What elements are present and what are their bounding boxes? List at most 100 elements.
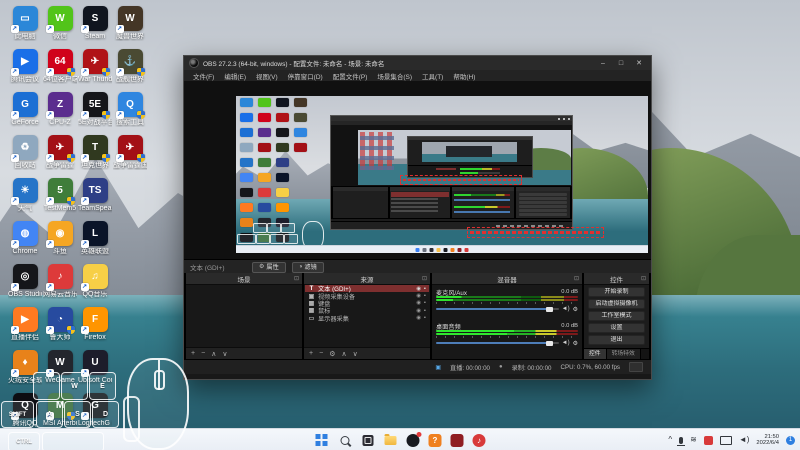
desktop-icon-lol[interactable]: L ↗ 英雄联盟 xyxy=(78,221,112,256)
scenes-toolbar-button[interactable]: ∨ xyxy=(222,350,227,358)
notification-badge[interactable]: 1 xyxy=(786,435,795,445)
lock-icon[interactable]: ▪ xyxy=(424,315,426,321)
obs-preview-canvas[interactable] xyxy=(184,81,651,259)
menu-item-0[interactable]: 文件(F) xyxy=(188,71,219,81)
desktop-icon-warcraft[interactable]: W ↗ 魔兽世界 xyxy=(113,6,147,41)
desktop-icon-testmem5[interactable]: 5 ↗ TestMem5 xyxy=(43,178,77,213)
menu-item-6[interactable]: 工具(T) xyxy=(417,71,448,81)
visibility-eye-icon[interactable]: ◉ xyxy=(416,300,421,306)
clock[interactable]: 21:50 2022/6/4 xyxy=(756,434,779,447)
desktop-icon-teamspeak[interactable]: TS ↗ TeamSpeak xyxy=(78,178,112,213)
close-button[interactable]: ✕ xyxy=(632,59,646,67)
desktop-icon-steam[interactable]: S ↗ Steam xyxy=(78,6,112,41)
visibility-eye-icon[interactable]: ◉ xyxy=(416,315,421,321)
scenes-toolbar-button[interactable]: + xyxy=(191,350,195,357)
lock-icon[interactable]: ▪ xyxy=(424,300,426,306)
volume-icon[interactable]: ◄) xyxy=(739,435,750,445)
properties-button[interactable]: ⚙ 属性 xyxy=(252,261,286,273)
desktop-icon-wegame[interactable]: W ↗ WeGame xyxy=(43,350,77,385)
text-source-selection[interactable] xyxy=(467,227,604,238)
app-netease-music[interactable]: ♪ xyxy=(472,433,486,447)
sources-toolbar-button[interactable]: + xyxy=(309,350,313,357)
tray-expand-icon[interactable]: ^ xyxy=(668,435,672,445)
desktop-icon-douyu[interactable]: ◉ ↗ 斗鱼 xyxy=(43,221,77,256)
source-row-4[interactable]: ▭ 显示器采集 ◉ ▪ xyxy=(305,315,429,323)
desktop-icon-player-64[interactable]: 64 ↗ 64位客户端 xyxy=(43,49,77,84)
minimize-button[interactable]: – xyxy=(596,60,610,67)
control-button-5[interactable]: 退出 xyxy=(588,334,645,345)
desktop-icon-qq-music[interactable]: ♫ ↗ QQ音乐 xyxy=(78,264,112,299)
visibility-eye-icon[interactable]: ◉ xyxy=(416,293,421,299)
desktop-icon-recycle-bin[interactable]: ♻ ↗ 回收站 xyxy=(8,135,42,170)
desktop-icon-war-thunder-cn[interactable]: ✈↗战争雷霆国服 xyxy=(113,135,147,170)
display-tray-icon[interactable] xyxy=(719,435,732,445)
control-button-2[interactable]: 启动虚拟摄像机 xyxy=(588,298,645,309)
desktop-icon-firefox[interactable]: F ↗ Firefox xyxy=(78,307,112,342)
speaker-icon[interactable]: ◄) xyxy=(562,306,570,312)
menu-item-7[interactable]: 帮助(H) xyxy=(448,71,480,81)
menu-item-3[interactable]: 停靠窗口(D) xyxy=(283,71,328,81)
desktop-icon-ludashi[interactable]: ◔ ↗ 鲁大师 xyxy=(43,307,77,342)
desktop-icon-ghub[interactable]: G↗LogitechG HUB xyxy=(78,393,112,428)
desktop-icon-msi-afterburner[interactable]: M↗MSI Afterburner xyxy=(43,393,77,428)
desktop-icon-weather[interactable]: ☀ ↗ 天气 xyxy=(8,178,42,213)
app-qq[interactable] xyxy=(406,431,422,447)
desktop-icon-geforce[interactable]: G ↗ GeForce xyxy=(8,92,42,127)
filters-button[interactable]: ◑ 滤镜 xyxy=(291,261,324,273)
desktop-icon-live-helper[interactable]: ▶ ↗ 直播伴侣 xyxy=(8,307,42,342)
start-button[interactable] xyxy=(315,433,329,447)
desktop-icon-wechat[interactable]: W ↗ 微信 xyxy=(43,6,77,41)
control-button-4[interactable]: 设置 xyxy=(588,322,645,333)
speaker-icon[interactable]: ◄) xyxy=(562,340,570,346)
desktop-icon-huorong[interactable]: ♦↗火绒安全软件 xyxy=(8,350,42,385)
desktop-icon-voov-meeting[interactable]: ▶ ↗ 腾讯会议 xyxy=(8,49,42,84)
desktop-icon-ubisoft-connect[interactable]: U↗Ubisoft Connect xyxy=(78,350,112,385)
lock-icon[interactable]: ▪ xyxy=(424,308,426,314)
task-view-icon[interactable] xyxy=(361,433,375,447)
menu-item-5[interactable]: 场景集合(S) xyxy=(372,71,417,81)
lock-icon[interactable]: ▪ xyxy=(424,286,426,292)
app-war-thunder[interactable] xyxy=(450,433,464,447)
dock-tab-0[interactable]: 控件 xyxy=(584,349,607,359)
sources-toolbar-button[interactable]: ∨ xyxy=(353,350,358,358)
controls-dock-header[interactable]: 控件 ⊡ xyxy=(584,273,649,285)
desktop-icon-tanks[interactable]: T ↗ 坦克世界 xyxy=(78,135,112,170)
file-explorer-icon[interactable] xyxy=(384,433,398,447)
menu-item-4[interactable]: 配置文件(P) xyxy=(328,71,373,81)
obs-titlebar[interactable]: OBS 27.2.3 (64-bit, windows) - 配置文件: 未命名… xyxy=(184,56,651,70)
maximize-button[interactable]: □ xyxy=(614,60,628,67)
mixer-dock-header[interactable]: 混音器 ⊡ xyxy=(432,273,582,285)
menu-item-1[interactable]: 编辑(E) xyxy=(219,71,251,81)
desktop-icon-chrome[interactable]: ◍ ↗ Chrome xyxy=(8,221,42,256)
menu-item-2[interactable]: 视图(V) xyxy=(251,71,283,81)
sources-toolbar-button[interactable]: ∧ xyxy=(341,350,346,358)
visibility-eye-icon[interactable]: ◉ xyxy=(416,308,421,314)
desktop-icon-war-thunder[interactable]: ✈ ↗ 战争雷霆 xyxy=(43,135,77,170)
control-button-3[interactable]: 工作室模式 xyxy=(588,310,645,321)
dock-tab-1[interactable]: 转场特效 xyxy=(606,349,641,359)
desktop-icon-five-e[interactable]: 5E ↗ 5E对战平台 xyxy=(78,92,112,127)
scenes-toolbar-button[interactable]: − xyxy=(201,350,205,357)
volume-slider[interactable] xyxy=(436,340,559,346)
desktop-icon-warships[interactable]: ⚓ ↗ 战舰世界 xyxy=(113,49,147,84)
app-game-help[interactable]: ? xyxy=(428,433,442,447)
scenes-dock-header[interactable]: 场景 ⊡ xyxy=(186,273,302,285)
search-icon[interactable] xyxy=(338,433,352,447)
sources-toolbar-button[interactable]: ⚙ xyxy=(329,350,335,358)
tray-app-icon[interactable]: ≋ xyxy=(690,435,697,445)
channel-gear-icon[interactable]: ⚙ xyxy=(573,340,578,347)
volume-slider[interactable] xyxy=(436,306,559,312)
scenes-toolbar-button[interactable]: ∧ xyxy=(211,350,216,358)
desktop-icon-qq[interactable]: Q ↗ 腾讯QQ xyxy=(8,393,42,428)
netease-tray-icon[interactable] xyxy=(703,435,713,445)
desktop-icon-this-pc[interactable]: ▭ ↗ 此电脑 xyxy=(8,6,42,41)
visibility-eye-icon[interactable]: ◉ xyxy=(416,286,421,292)
control-button-1[interactable]: 开始录制 xyxy=(588,286,645,297)
sources-toolbar-button[interactable]: − xyxy=(319,350,323,357)
desktop-icon-obs-studio[interactable]: ◎ ↗ OBS Studio xyxy=(8,264,42,299)
desktop-icon-cpu-z[interactable]: Z ↗ CPU-Z xyxy=(43,92,77,127)
desktop-icon-war-thunder-launcher[interactable]: ✈↗War Thunder xyxy=(78,49,112,84)
channel-gear-icon[interactable]: ⚙ xyxy=(573,306,578,313)
sources-dock-header[interactable]: 来源 ⊡ xyxy=(304,273,430,285)
desktop-icon-search-tool[interactable]: Q ↗ 搜索工具 xyxy=(113,92,147,127)
